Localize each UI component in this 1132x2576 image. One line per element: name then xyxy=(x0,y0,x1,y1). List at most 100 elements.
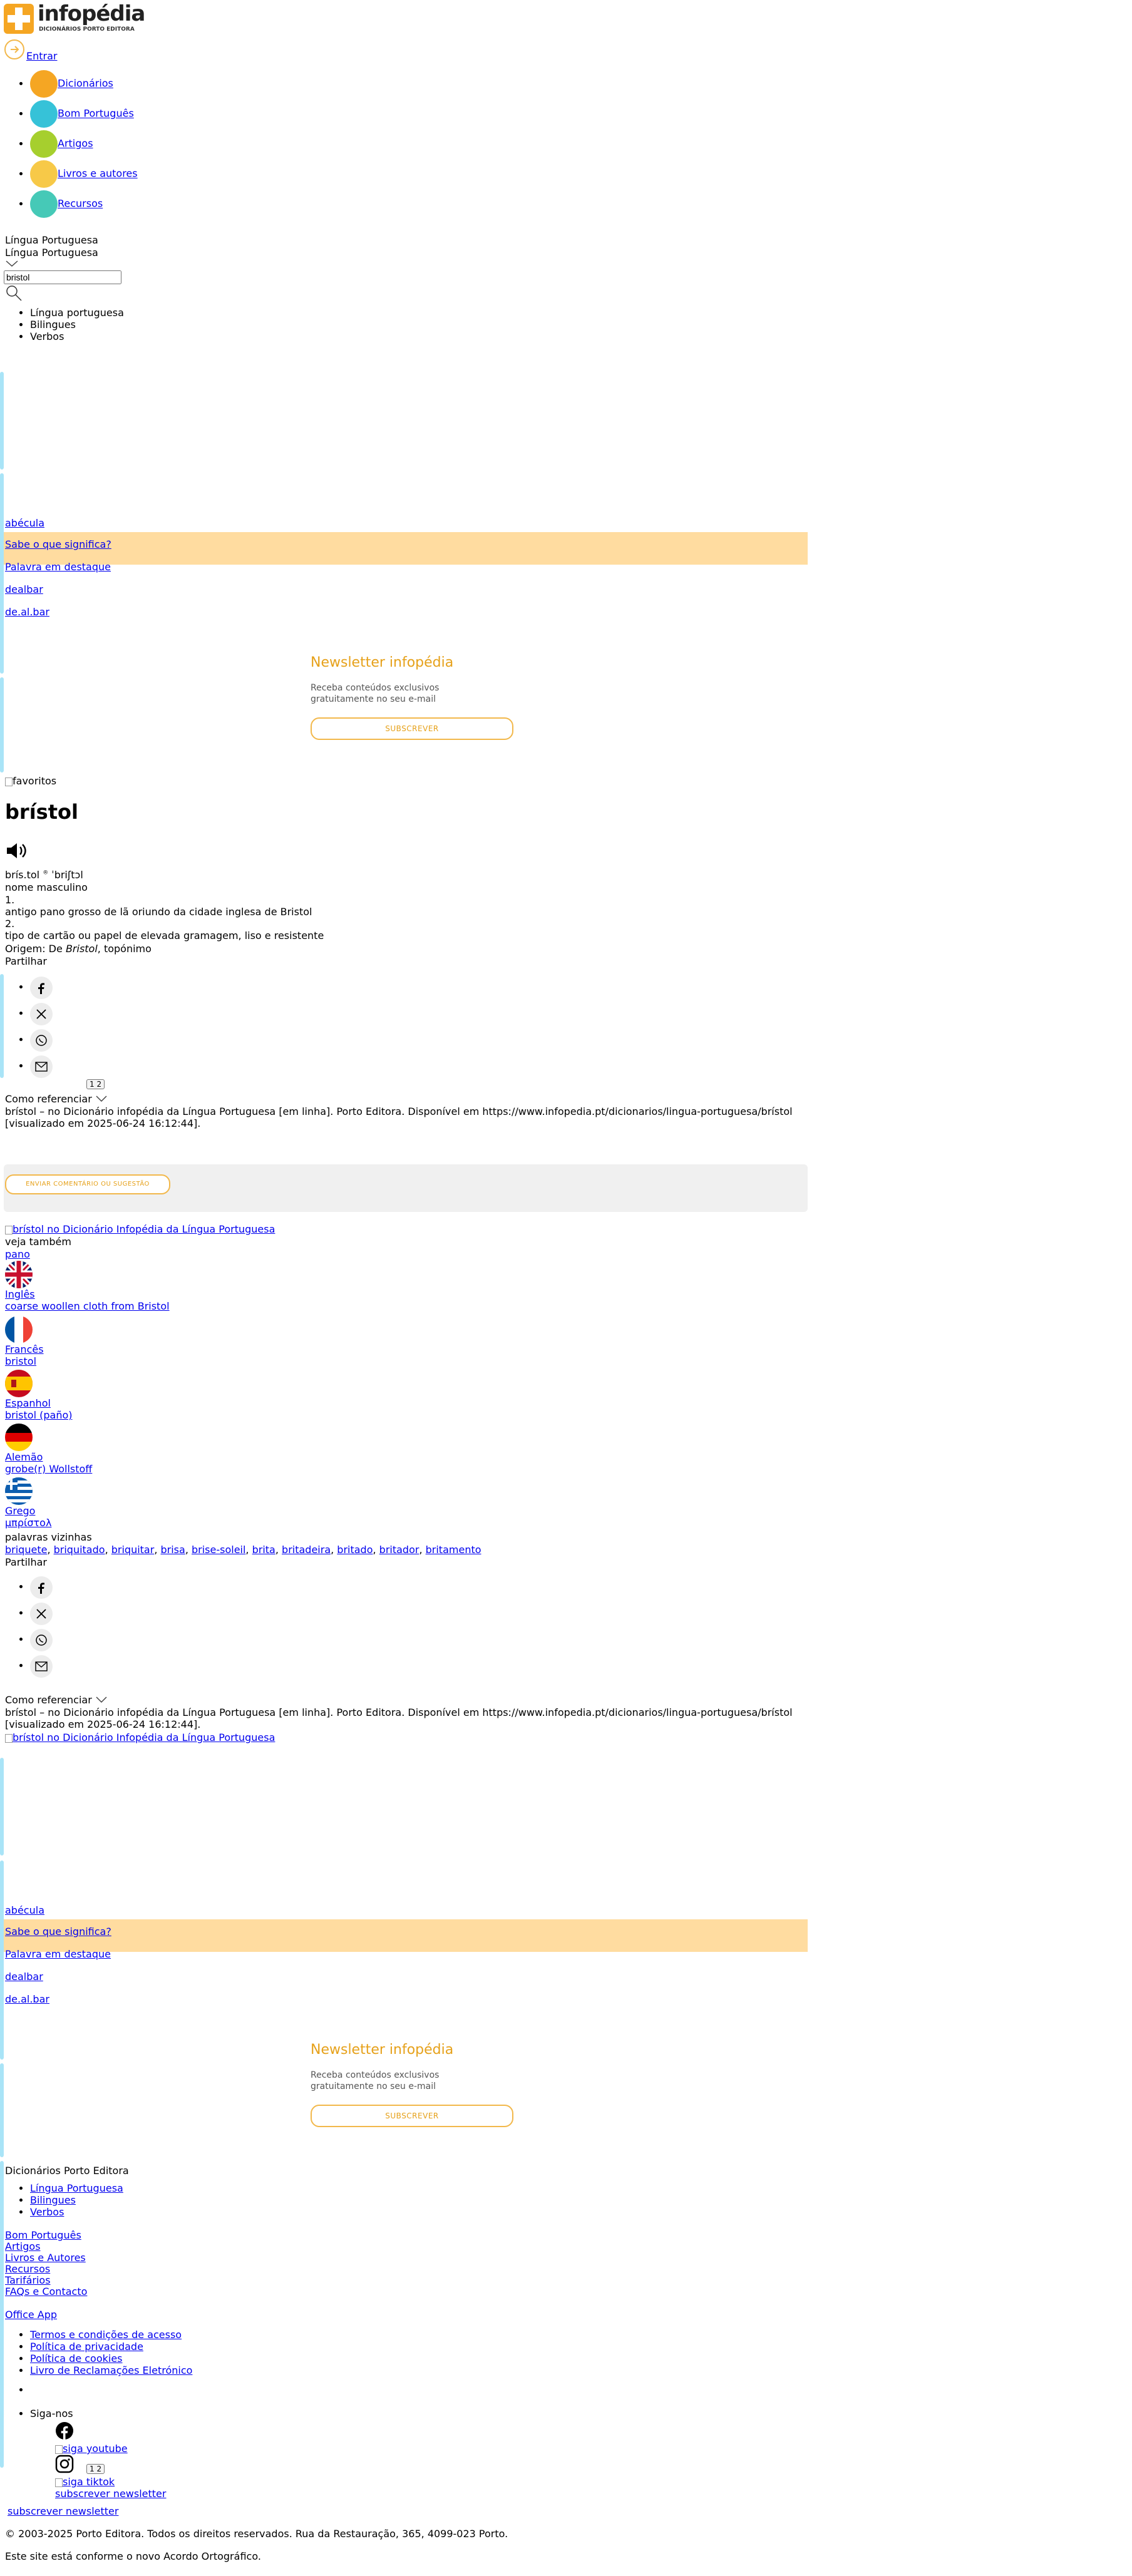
neighbor-word[interactable]: britadeira xyxy=(282,1544,331,1556)
pronunciation: brís.tol ® ˈbriʃtɔl xyxy=(5,869,83,881)
article-icon xyxy=(30,130,58,158)
login-link[interactable]: Entrar xyxy=(26,50,57,62)
dict-option[interactable]: Bilingues xyxy=(30,319,124,331)
footer-link[interactable]: Livros e Autores xyxy=(5,2252,86,2264)
translation-lang[interactable]: Alemão xyxy=(5,1451,43,1463)
neighbor-word[interactable]: britamento xyxy=(426,1544,481,1556)
logo[interactable] xyxy=(4,4,34,36)
newsletter-subscribe-button[interactable]: SUBSCREVER xyxy=(311,717,513,740)
translation-text[interactable]: coarse woollen cloth from Bristol xyxy=(5,1300,170,1312)
nav-item-books[interactable]: Livros e autores xyxy=(30,160,138,190)
x-icon[interactable] xyxy=(30,1002,53,1025)
know-link[interactable]: Sabe o que significa? xyxy=(5,1926,111,1937)
pager[interactable]: 1 2 xyxy=(86,2464,105,2474)
footer-link[interactable]: Verbos xyxy=(30,2206,64,2218)
ad-strip xyxy=(0,1860,4,2060)
login-icon[interactable] xyxy=(4,39,25,63)
facebook-icon[interactable] xyxy=(30,976,53,999)
newsletter-link[interactable]: subscrever newsletter xyxy=(55,2488,166,2500)
language-selected[interactable]: Língua Portuguesa xyxy=(5,247,98,259)
speaker-icon[interactable] xyxy=(5,841,29,863)
part-of-speech: nome masculino xyxy=(5,881,88,893)
entry-image-link[interactable]: brístol no Dicionário Infopédia da Língu… xyxy=(5,1223,275,1235)
featured-word[interactable]: dealbar xyxy=(5,583,43,595)
instagram-icon[interactable] xyxy=(55,2455,74,2473)
facebook-icon[interactable] xyxy=(55,2421,74,2440)
cite-toggle[interactable]: Como referenciar xyxy=(5,1093,108,1105)
footer-link[interactable]: Tarifários xyxy=(5,2274,51,2286)
legal-link[interactable]: Livro de Reclamações Eletrónico xyxy=(30,2364,192,2376)
know-link[interactable]: Sabe o que significa? xyxy=(5,538,111,550)
footer-link[interactable]: Bom Português xyxy=(5,2229,81,2241)
ad-strip xyxy=(0,2063,4,2157)
email-icon[interactable] xyxy=(30,1055,53,1078)
cite-toggle[interactable]: Como referenciar xyxy=(5,1694,108,1706)
footer-link[interactable]: Artigos xyxy=(5,2240,41,2252)
share-label: Partilhar xyxy=(5,955,47,967)
nav-item-articles[interactable]: Artigos xyxy=(30,130,138,160)
neighbor-word[interactable]: brita xyxy=(252,1544,275,1556)
featured-syllables[interactable]: de.al.bar xyxy=(5,1993,49,2005)
newsletter-subscribe-button[interactable]: SUBSCREVER xyxy=(311,2105,513,2127)
legal-link[interactable]: Termos e condições de acesso xyxy=(30,2329,182,2341)
whatsapp-icon[interactable] xyxy=(30,1628,53,1651)
neighbor-word[interactable]: briquitado xyxy=(54,1544,105,1556)
neighbor-word[interactable]: brise-soleil xyxy=(192,1544,245,1556)
translation-text[interactable]: bristol (paño) xyxy=(5,1409,72,1421)
word-link[interactable]: abécula xyxy=(5,1904,44,1916)
featured-label[interactable]: Palavra em destaque xyxy=(5,561,111,573)
office-app-link[interactable]: Office App xyxy=(5,2309,57,2321)
broken-image-icon xyxy=(5,1225,13,1234)
know-banner xyxy=(4,1919,808,1952)
logo-icon xyxy=(4,4,34,34)
neighbor-word[interactable]: brisa xyxy=(160,1544,185,1556)
translation-lang[interactable]: Grego xyxy=(5,1505,35,1517)
legal-link[interactable]: Política de cookies xyxy=(30,2353,123,2364)
neighbor-word[interactable]: britador xyxy=(379,1544,419,1556)
youtube-link[interactable]: siga youtube xyxy=(55,2443,128,2455)
translation-text[interactable]: μπρίστολ xyxy=(5,1517,51,1529)
legal-link[interactable]: Política de privacidade xyxy=(30,2341,143,2353)
translation-text[interactable]: bristol xyxy=(5,1355,36,1367)
suggestion-button[interactable]: ENVIAR COMENTÁRIO OU SUGESTÃO xyxy=(5,1174,170,1194)
footer-link[interactable]: FAQs e Contacto xyxy=(5,2286,87,2297)
x-icon[interactable] xyxy=(30,1602,53,1625)
translation-es: Espanhol bristol (paño) xyxy=(5,1370,72,1421)
subscribe-newsletter-link[interactable]: subscrever newsletter xyxy=(8,2505,118,2517)
translation-lang[interactable]: Espanhol xyxy=(5,1397,51,1409)
dict-option[interactable]: Verbos xyxy=(30,331,124,342)
pager[interactable]: 1 2 xyxy=(86,1079,105,1089)
tiktok-link[interactable]: siga tiktok xyxy=(55,2476,115,2488)
footer-link[interactable]: Língua Portuguesa xyxy=(30,2182,123,2194)
neighbor-word[interactable]: britado xyxy=(337,1544,373,1556)
search-input[interactable] xyxy=(4,270,121,284)
featured-word[interactable]: dealbar xyxy=(5,1971,43,1983)
facebook-icon[interactable] xyxy=(30,1576,53,1599)
favorites-image[interactable]: favoritos xyxy=(5,775,56,787)
entry-image-link[interactable]: brístol no Dicionário Infopédia da Língu… xyxy=(5,1732,275,1743)
nav-item-dictionaries[interactable]: Dicionários xyxy=(30,70,138,100)
nav-item-bom-portugues[interactable]: Bom Português xyxy=(30,100,138,130)
see-also-link[interactable]: pano xyxy=(5,1248,30,1260)
translation-lang[interactable]: Francês xyxy=(5,1343,44,1355)
search-icon[interactable] xyxy=(5,284,23,304)
translation-text[interactable]: grobe(r) Wollstoff xyxy=(5,1463,92,1475)
featured-label[interactable]: Palavra em destaque xyxy=(5,1948,111,1960)
nav-item-resources[interactable]: Recursos xyxy=(30,190,138,220)
social-list: Siga-nos xyxy=(19,2408,73,2419)
know-banner xyxy=(4,532,808,565)
footer-link[interactable]: Bilingues xyxy=(30,2194,76,2206)
ad-strip xyxy=(0,2161,4,2468)
dict-option[interactable]: Língua portuguesa xyxy=(30,307,124,319)
word-link[interactable]: abécula xyxy=(5,517,44,529)
translation-en: Inglês coarse woollen cloth from Bristol xyxy=(5,1261,170,1312)
whatsapp-icon[interactable] xyxy=(30,1029,53,1052)
chevron-down-icon[interactable] xyxy=(5,258,19,270)
email-icon[interactable] xyxy=(30,1655,53,1678)
featured-syllables[interactable]: de.al.bar xyxy=(5,606,49,618)
translation-lang[interactable]: Inglês xyxy=(5,1288,35,1300)
neighbor-word[interactable]: briquitar xyxy=(111,1544,155,1556)
footer-link[interactable]: Recursos xyxy=(5,2263,50,2275)
translation-fr: Francês bristol xyxy=(5,1316,44,1367)
neighbor-word[interactable]: briquete xyxy=(5,1544,47,1556)
